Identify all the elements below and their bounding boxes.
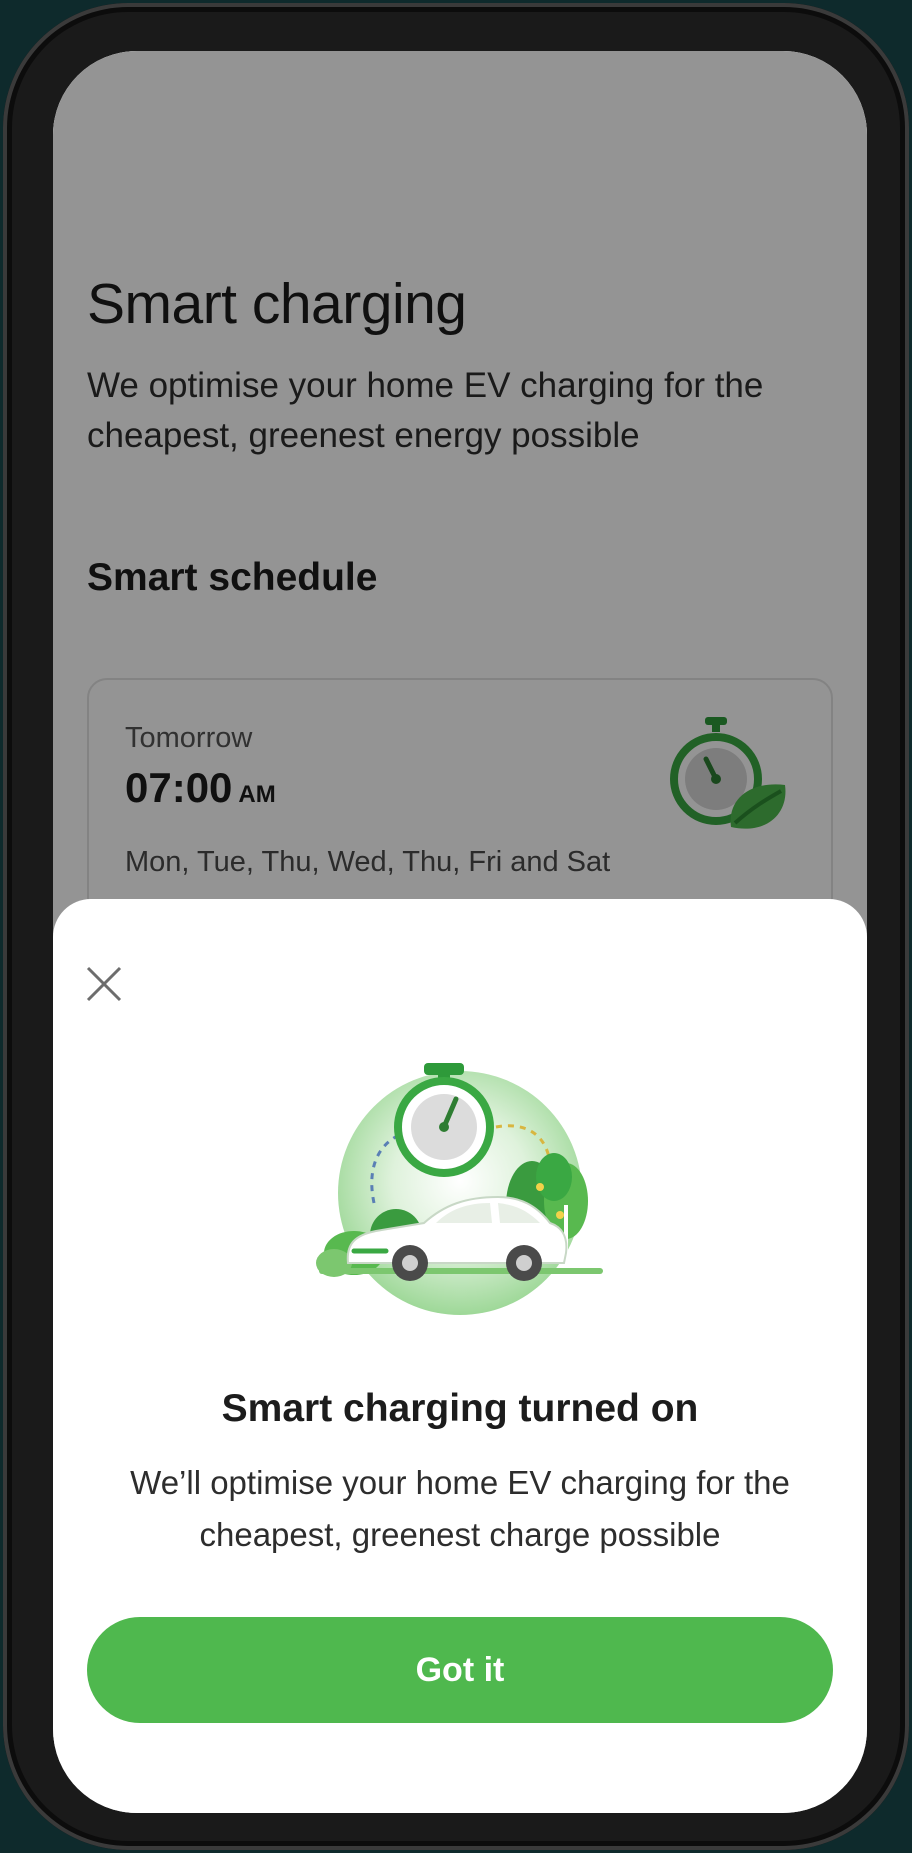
ev-car-stopwatch-illustration [316,1063,603,1315]
confirmation-sheet: Smart charging turned on We’ll optimise … [53,899,867,1813]
close-button[interactable] [81,961,127,1007]
close-icon [86,966,122,1002]
phone-frame: Smart charging We optimise your home EV … [3,3,909,1850]
screen: Smart charging We optimise your home EV … [53,51,867,1813]
modal-body: We’ll optimise your home EV charging for… [130,1464,790,1553]
got-it-button[interactable]: Got it [87,1617,833,1723]
modal-title: Smart charging turned on [221,1387,699,1430]
